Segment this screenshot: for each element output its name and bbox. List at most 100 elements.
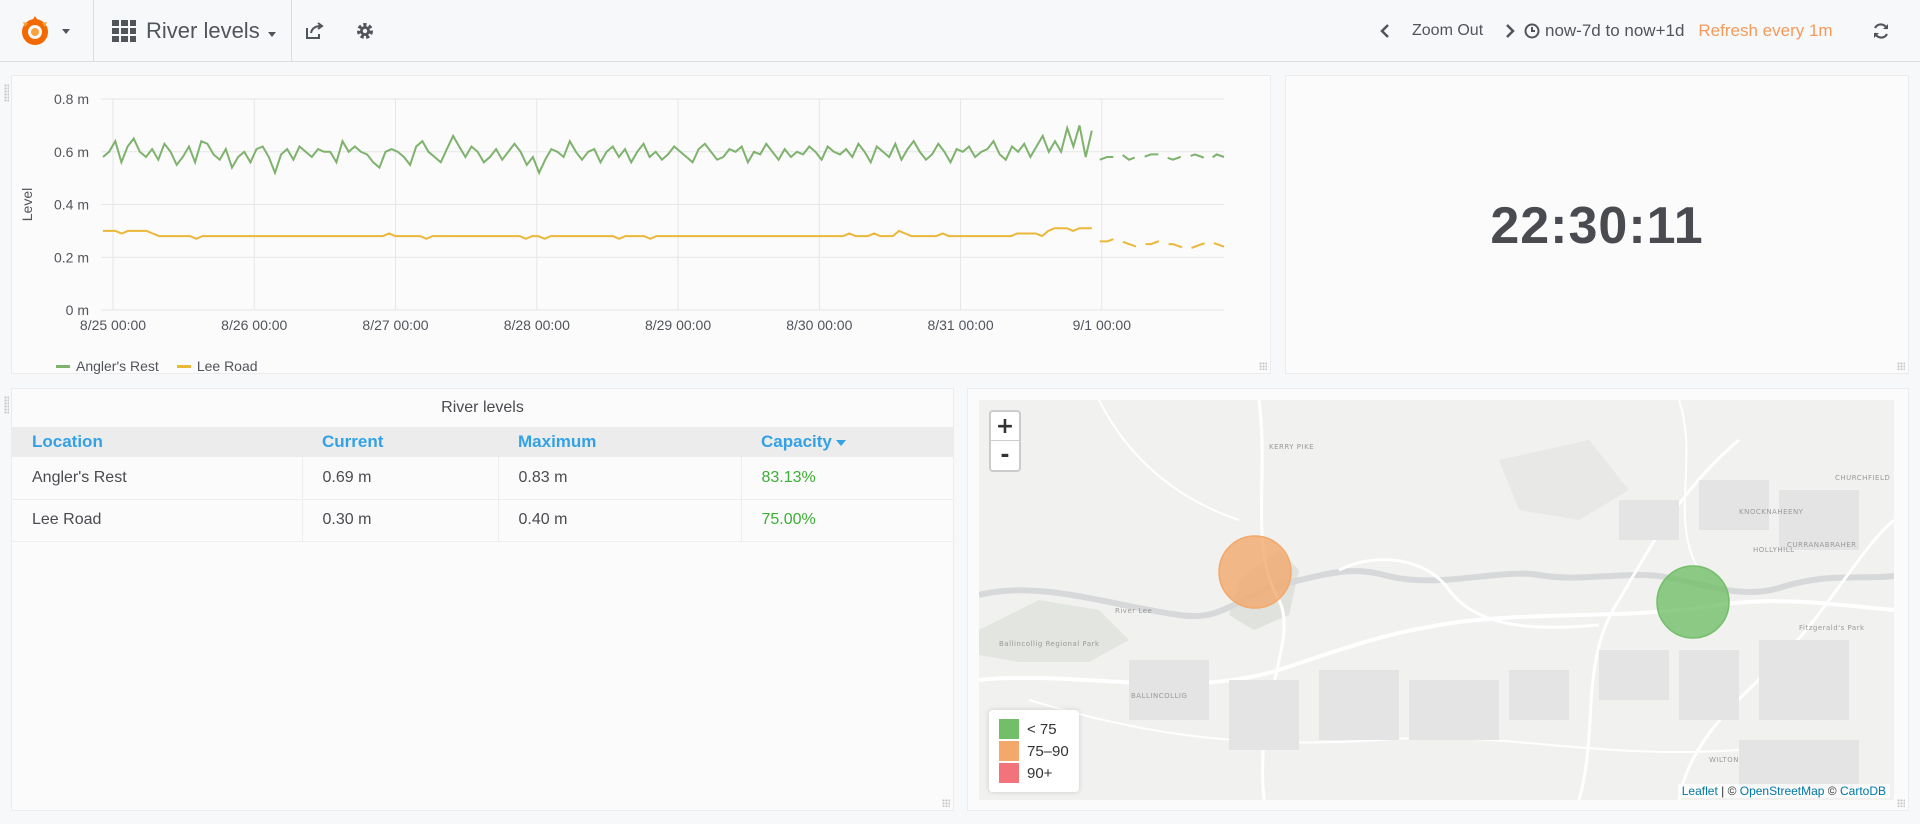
top-navbar: River levels Zoom Out now-7d to now+1d R… — [0, 0, 1920, 62]
map-tiles: KERRY PIKE KNOCKNAHEENY CHURCHFIELD HOLL… — [979, 400, 1894, 800]
column-header-maximum[interactable]: Maximum — [498, 427, 741, 457]
table-header-row: Location Current Maximum Capacity — [12, 427, 953, 457]
time-range-label: now-7d to now+1d — [1545, 21, 1685, 40]
leaflet-link[interactable]: Leaflet — [1682, 784, 1718, 798]
legend-label: Angler's Rest — [76, 358, 159, 374]
cell-capacity: 75.00% — [741, 499, 953, 542]
marker-lee-road[interactable] — [1656, 565, 1730, 639]
map-place-label: Ballincollig Regional Park — [999, 640, 1100, 648]
x-tick-label: 8/31 00:00 — [927, 317, 993, 333]
x-tick-label: 9/1 00:00 — [1073, 317, 1132, 333]
x-tick-label: 8/26 00:00 — [221, 317, 287, 333]
column-header-location[interactable]: Location — [12, 427, 302, 457]
map-legend-label: < 75 — [1027, 720, 1057, 738]
map-place-label: BALLINCOLLIG — [1131, 692, 1187, 700]
chevron-down-icon — [62, 28, 70, 34]
cell-maximum: 0.83 m — [498, 457, 742, 500]
series-line — [103, 227, 1092, 240]
legend-item-anglers-rest[interactable]: Angler's Rest — [56, 358, 159, 374]
legend-swatch — [56, 364, 70, 368]
cell-maximum: 0.40 m — [498, 499, 742, 542]
chevron-right-icon — [1506, 24, 1515, 38]
attribution-separator: © — [1824, 784, 1840, 798]
map-legend: < 75 75–90 90+ — [989, 710, 1079, 792]
dashboard-picker[interactable]: River levels — [112, 0, 276, 62]
legend-label: Lee Road — [196, 358, 258, 374]
grafana-menu-button[interactable] — [18, 0, 70, 62]
river-levels-graph[interactable]: 0 m 0.2 m 0.4 m 0.6 m 0.8 m 8/25 00:00 8/26 00… — [12, 76, 1272, 375]
column-header-label: Capacity — [761, 432, 832, 451]
table-panel: River levels Location Current Maximum Ca… — [11, 388, 954, 811]
worldmap[interactable]: KERRY PIKE KNOCKNAHEENY CHURCHFIELD HOLL… — [979, 400, 1894, 800]
map-legend-label: 75–90 — [1027, 742, 1069, 760]
river-levels-table: Location Current Maximum Capacity Angler… — [12, 427, 953, 542]
graph-panel: 0 m 0.2 m 0.4 m 0.6 m 0.8 m 8/25 00:00 8/26 00… — [11, 75, 1271, 374]
openstreetmap-link[interactable]: OpenStreetMap — [1740, 784, 1825, 798]
legend-swatch — [176, 364, 191, 368]
y-tick-label: 0 m — [66, 302, 89, 318]
clock-value: 22:30:11 — [1490, 197, 1704, 255]
column-header-current[interactable]: Current — [302, 427, 498, 457]
navbar-divider — [93, 0, 94, 62]
clock-panel: 22:30:11 — [1285, 75, 1909, 374]
legend-swatch — [999, 763, 1019, 783]
panel-drag-handle[interactable] — [4, 396, 9, 414]
zoom-out-button[interactable]: Zoom Out — [1412, 22, 1483, 40]
chevron-left-icon — [1380, 24, 1389, 38]
map-legend-label: 90+ — [1027, 764, 1053, 782]
panel-title: River levels — [441, 399, 524, 416]
panel-resize-handle[interactable] — [1897, 362, 1905, 370]
map-place-label: River Lee — [1115, 607, 1152, 615]
x-tick-label: 8/25 00:00 — [80, 317, 146, 333]
forecast-line — [1099, 237, 1225, 251]
chevron-down-icon — [267, 31, 276, 37]
y-tick-label: 0.4 m — [54, 197, 89, 213]
map-place-label: Fitzgerald's Park — [1799, 624, 1865, 632]
y-tick-label: 0.6 m — [54, 144, 89, 160]
x-tick-label: 8/28 00:00 — [504, 317, 570, 333]
time-picker-button[interactable]: now-7d to now+1d Refresh every 1m — [1524, 0, 1833, 62]
panel-resize-handle[interactable] — [1897, 799, 1905, 807]
refresh-interval-label: Refresh every 1m — [1698, 21, 1833, 40]
forecast-line — [1099, 153, 1225, 161]
time-shift-back-button[interactable] — [1370, 16, 1400, 46]
sort-desc-icon — [835, 439, 846, 446]
map-legend-item: 90+ — [999, 762, 1069, 784]
cell-capacity: 83.13% — [741, 457, 953, 500]
zoom-out-button[interactable]: - — [991, 441, 1019, 470]
legend-swatch — [999, 741, 1019, 761]
zoom-in-button[interactable]: + — [991, 412, 1019, 441]
legend-swatch — [999, 719, 1019, 739]
refresh-dashboard-button[interactable] — [1866, 16, 1896, 46]
panel-drag-handle[interactable] — [4, 84, 9, 102]
legend-item-lee-road[interactable]: Lee Road — [176, 358, 258, 374]
map-legend-item: < 75 — [999, 718, 1069, 740]
map-panel: KERRY PIKE KNOCKNAHEENY CHURCHFIELD HOLL… — [967, 388, 1909, 811]
map-place-label: KNOCKNAHEENY — [1739, 508, 1804, 516]
marker-anglers-rest[interactable] — [1218, 535, 1292, 609]
clock-icon — [1524, 23, 1540, 39]
cell-current: 0.69 m — [302, 457, 499, 500]
dashboard-settings-button[interactable] — [350, 16, 380, 46]
refresh-icon — [1873, 23, 1889, 39]
dashboard-grid-icon — [112, 20, 136, 42]
x-tick-label: 8/30 00:00 — [786, 317, 852, 333]
graph-legend: Angler's Rest Lee Road — [56, 358, 258, 374]
column-header-capacity[interactable]: Capacity — [741, 427, 953, 457]
y-tick-label: 0.2 m — [54, 249, 89, 265]
panel-resize-handle[interactable] — [942, 799, 950, 807]
map-place-label: KERRY PIKE — [1269, 443, 1314, 451]
gear-icon — [357, 23, 373, 39]
attribution-separator: | © — [1717, 784, 1740, 798]
share-dashboard-button[interactable] — [300, 16, 330, 46]
time-shift-forward-button[interactable] — [1495, 16, 1525, 46]
table-row: Lee Road 0.30 m 0.40 m 75.00% — [12, 499, 953, 542]
map-legend-item: 75–90 — [999, 740, 1069, 762]
cell-location: Angler's Rest — [12, 457, 303, 500]
cell-location: Lee Road — [12, 499, 303, 542]
cell-current: 0.30 m — [302, 499, 499, 542]
panel-resize-handle[interactable] — [1259, 362, 1267, 370]
map-attribution: Leaflet | © OpenStreetMap © CartoDB — [1677, 784, 1890, 798]
cartodb-link[interactable]: CartoDB — [1840, 784, 1886, 798]
map-place-label: WILTON — [1709, 756, 1739, 764]
